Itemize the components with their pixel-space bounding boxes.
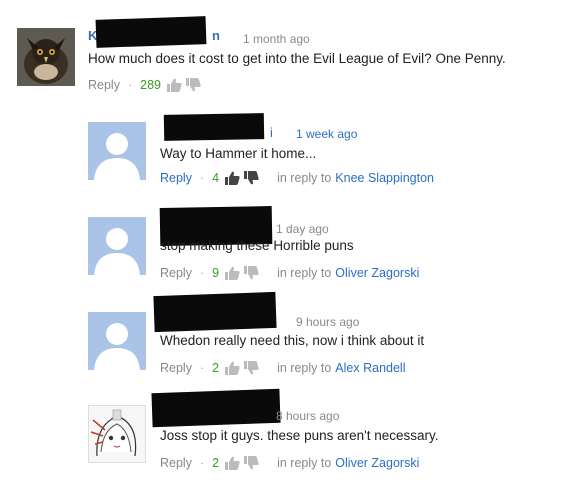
reply-comment: 8 hours ago Joss stop it guys. these pun… [0, 385, 570, 486]
in-reply-to-user[interactable]: Oliver Zagorski [335, 266, 419, 280]
reply-link[interactable]: Reply [160, 456, 192, 470]
in-reply-to-user[interactable]: Oliver Zagorski [335, 456, 419, 470]
comment: K n 1 month ago How much does it cost to… [0, 0, 570, 100]
thumbs-down-icon[interactable] [244, 361, 259, 375]
comment-actions: Reply · 289 [88, 77, 205, 93]
separator-dot: · [199, 266, 205, 280]
comment-timestamp[interactable]: 9 hours ago [296, 315, 359, 329]
separator-dot: · [199, 456, 205, 470]
comment-actions: Reply · 4 in reply to Knee Slappington [160, 170, 434, 186]
default-avatar[interactable] [88, 122, 146, 180]
reply-link[interactable]: Reply [160, 171, 192, 185]
in-reply-to-user[interactable]: Alex Randell [335, 361, 405, 375]
thumbs-down-icon[interactable] [186, 78, 201, 92]
comment-timestamp[interactable]: 1 day ago [276, 222, 329, 236]
redacted-author-name [95, 16, 207, 48]
comment-text: Whedon really need this, now i think abo… [160, 333, 425, 348]
reply-link[interactable]: Reply [88, 78, 120, 92]
anime-avatar[interactable] [88, 405, 146, 463]
reply-comment: i 1 week ago Way to Hammer it home... Re… [0, 100, 570, 195]
thumbs-down-icon[interactable] [244, 171, 259, 185]
redacted-author-name [153, 291, 277, 333]
thumbs-down-icon[interactable] [244, 266, 259, 280]
redacted-author-name [151, 388, 281, 428]
in-reply-to-prefix: in reply to [277, 266, 332, 280]
separator-dot: · [127, 78, 133, 92]
comment-text: Way to Hammer it home... [160, 146, 317, 161]
thumbs-up-icon[interactable] [225, 266, 240, 280]
comment-actions: Reply · 2 in reply to Oliver Zagorski [160, 455, 419, 471]
comment-text: stop making these Horrible puns [160, 238, 354, 253]
separator-dot: · [199, 361, 205, 375]
thumbs-down-icon[interactable] [244, 456, 259, 470]
like-count: 289 [140, 78, 161, 92]
separator-dot: · [199, 171, 205, 185]
author-name-fragment[interactable]: i [270, 125, 273, 140]
reply-link[interactable]: Reply [160, 266, 192, 280]
hawk-avatar[interactable] [17, 28, 75, 86]
like-count: 9 [212, 266, 220, 280]
in-reply-to-prefix: in reply to [277, 456, 332, 470]
comment-text: How much does it cost to get into the Ev… [88, 51, 506, 66]
thumbs-up-icon[interactable] [225, 456, 240, 470]
like-count: 2 [212, 361, 220, 375]
author-name-fragment[interactable]: n [212, 28, 220, 43]
reply-link[interactable]: Reply [160, 361, 192, 375]
comment-actions: Reply · 9 in reply to Oliver Zagorski [160, 265, 419, 281]
in-reply-to-prefix: in reply to [277, 361, 332, 375]
comment-timestamp[interactable]: 1 month ago [243, 32, 310, 46]
like-count: 4 [212, 171, 220, 185]
default-avatar[interactable] [88, 217, 146, 275]
in-reply-to-user[interactable]: Knee Slappington [335, 171, 434, 185]
thumbs-up-icon[interactable] [167, 78, 182, 92]
thumbs-up-icon[interactable] [225, 361, 240, 375]
comment-timestamp[interactable]: 1 week ago [296, 127, 357, 141]
comment-timestamp[interactable]: 8 hours ago [276, 409, 339, 423]
thumbs-up-icon[interactable] [225, 171, 240, 185]
comment-actions: Reply · 2 in reply to Alex Randell [160, 360, 405, 376]
reply-comment: 1 day ago stop making these Horrible pun… [0, 195, 570, 290]
like-count: 2 [212, 456, 220, 470]
default-avatar[interactable] [88, 312, 146, 370]
in-reply-to-prefix: in reply to [277, 171, 332, 185]
redacted-author-name [163, 113, 265, 141]
comment-text: Joss stop it guys. these puns aren't nec… [160, 428, 439, 443]
reply-comment: 9 hours ago Whedon really need this, now… [0, 290, 570, 385]
